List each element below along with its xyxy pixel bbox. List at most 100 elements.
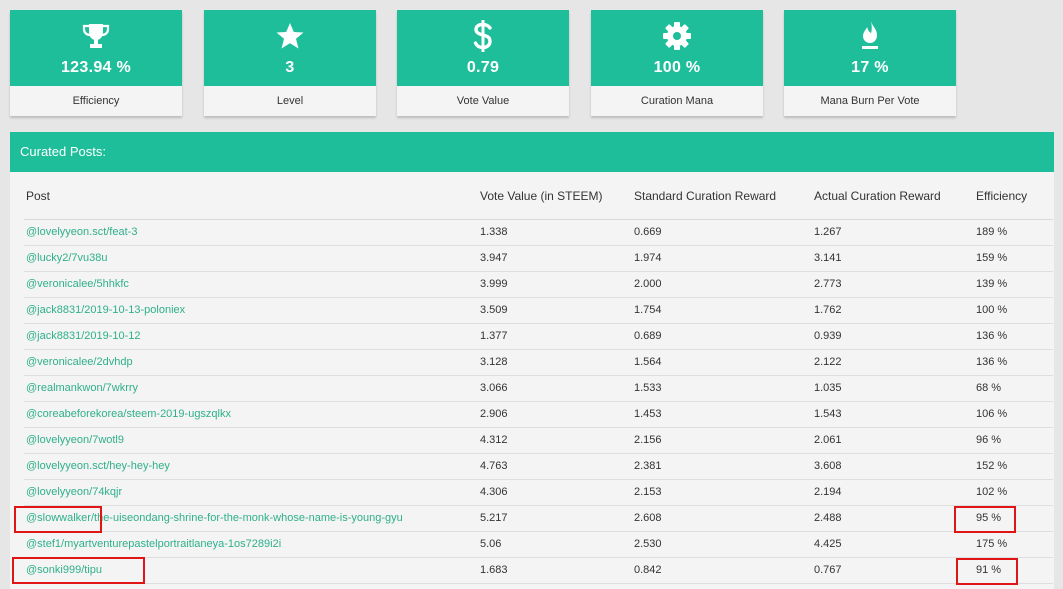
post-link[interactable]: @coreabeforekorea/steem-2019-ugszqlkx	[26, 408, 231, 420]
post-link[interactable]: @lucky2/7vu38u	[26, 252, 108, 264]
fire-icon	[784, 20, 956, 52]
stat-label: Vote Value	[456, 95, 510, 107]
post-link[interactable]: @jack8831/2019-10-12	[26, 330, 141, 342]
post-link[interactable]: @lovelyyeon/7wotl9	[26, 434, 124, 446]
stat-value: 3	[285, 59, 295, 76]
actual-reward-cell: 2.194	[812, 479, 974, 506]
table-row: @veronicalee/2dvhdp 3.128 1.564 2.122 136 %	[24, 349, 1053, 376]
standard-reward-cell: 0.689	[632, 323, 812, 350]
standard-reward-cell: 1.564	[632, 349, 812, 376]
vote-value-cell: 4.306	[478, 479, 632, 506]
stat-card-header: 123.94 %	[10, 10, 182, 86]
stat-value: 0.79	[466, 59, 500, 76]
efficiency-cell: 106 %	[974, 401, 1053, 428]
table-row: @jack8831/2019-10-13-poloniex 3.509 1.754 1…	[24, 297, 1053, 324]
post-cell: @lovelyyeon/7wotl9	[24, 427, 478, 454]
standard-reward-cell: 2.608	[632, 505, 812, 532]
standard-reward-cell: 2.000	[632, 271, 812, 298]
vote-value-cell: 3.947	[478, 245, 632, 272]
table-row: @realmankwon/7wkrry 3.066 1.533 1.035 68 %	[24, 375, 1053, 402]
vote-value-cell: 4.312	[478, 427, 632, 454]
post-link[interactable]: @lovelyyeon.sct/hey-hey-hey	[26, 460, 170, 472]
vote-value-cell: 3.066	[478, 375, 632, 402]
standard-reward-cell: 2.156	[632, 427, 812, 454]
vote-value-cell: 5.217	[478, 505, 632, 532]
stat-card-efficiency: 123.94 % Efficiency	[10, 10, 182, 116]
efficiency-cell: 136 %	[974, 349, 1053, 376]
standard-reward-cell: 1.453	[632, 401, 812, 428]
vote-value-cell: 3.509	[478, 297, 632, 324]
actual-reward-cell: 2.061	[812, 427, 974, 454]
actual-reward-cell: 0.939	[812, 323, 974, 350]
post-cell: @realmankwon/7wkrry	[24, 375, 478, 402]
curated-posts-table: Post Vote Value (in STEEM) Standard Cura…	[24, 186, 1053, 584]
stat-card-curation-mana: 100 % Curation Mana	[591, 10, 763, 116]
post-cell: @jack8831/2019-10-12	[24, 323, 478, 350]
post-link[interactable]: @veronicalee/2dvhdp	[26, 356, 133, 368]
efficiency-cell: 175 %	[974, 531, 1053, 558]
actual-reward-cell: 1.762	[812, 297, 974, 324]
post-cell: @lovelyyeon.sct/hey-hey-hey	[24, 453, 478, 480]
stat-value: 100 %	[653, 59, 701, 76]
table-header-row: Post Vote Value (in STEEM) Standard Cura…	[24, 186, 1053, 220]
post-link[interactable]: @slowwalker/the-uiseondang-shrine-for-th…	[26, 512, 403, 524]
post-cell: @sonki999/tipu	[24, 557, 478, 584]
efficiency-cell: 136 %	[974, 323, 1053, 350]
post-link[interactable]: @lovelyyeon/74kqjr	[26, 486, 122, 498]
post-link[interactable]: @lovelyyeon.sct/feat-3	[26, 226, 137, 238]
star-icon	[204, 20, 376, 52]
actual-reward-cell: 3.608	[812, 453, 974, 480]
table-row: @veronicalee/5hhkfc 3.999 2.000 2.773 139 %	[24, 271, 1053, 298]
stat-card-header: 100 %	[591, 10, 763, 86]
post-cell: @slowwalker/the-uiseondang-shrine-for-th…	[24, 505, 478, 532]
stat-card-header: 17 %	[784, 10, 956, 86]
stat-card-header: 0.79	[397, 10, 569, 86]
post-cell: @jack8831/2019-10-13-poloniex	[24, 297, 478, 324]
vote-value-cell: 3.128	[478, 349, 632, 376]
curated-posts-title: Curated Posts:	[10, 132, 1054, 172]
post-link[interactable]: @veronicalee/5hhkfc	[26, 278, 129, 290]
efficiency-cell: 96 %	[974, 427, 1053, 454]
post-link[interactable]: @jack8831/2019-10-13-poloniex	[26, 304, 185, 316]
vote-value-cell: 4.763	[478, 453, 632, 480]
stat-value: 123.94 %	[60, 59, 131, 76]
vote-value-cell: 2.906	[478, 401, 632, 428]
curated-posts-panel: Curated Posts: Post Vote Value (in STEEM…	[10, 132, 1054, 589]
table-row: @lovelyyeon/74kqjr 4.306 2.153 2.194 102 %	[24, 479, 1053, 506]
table-row: @lovelyyeon.sct/hey-hey-hey 4.763 2.381 3.6…	[24, 453, 1053, 480]
actual-reward-cell: 1.267	[812, 219, 974, 246]
actual-reward-cell: 0.767	[812, 557, 974, 584]
efficiency-cell: 159 %	[974, 245, 1053, 272]
stat-value: 17 %	[851, 59, 889, 76]
trophy-icon	[10, 20, 182, 52]
efficiency-cell: 91 %	[974, 557, 1053, 584]
standard-reward-cell: 0.842	[632, 557, 812, 584]
standard-reward-cell: 1.533	[632, 375, 812, 402]
post-cell: @stef1/myartventurepastelportraitlaneya-…	[24, 531, 478, 558]
vote-value-cell: 1.338	[478, 219, 632, 246]
actual-reward-cell: 2.773	[812, 271, 974, 298]
standard-reward-cell: 0.669	[632, 219, 812, 246]
post-cell: @lucky2/7vu38u	[24, 245, 478, 272]
post-cell: @coreabeforekorea/steem-2019-ugszqlkx	[24, 401, 478, 428]
column-header-post: Post	[24, 186, 478, 220]
stat-label: Curation Mana	[640, 95, 714, 107]
stat-card-level: 3 Level	[204, 10, 376, 116]
actual-reward-cell: 1.035	[812, 375, 974, 402]
efficiency-cell: 68 %	[974, 375, 1053, 402]
actual-reward-cell: 2.488	[812, 505, 974, 532]
post-link[interactable]: @sonki999/tipu	[26, 564, 102, 576]
efficiency-cell: 152 %	[974, 453, 1053, 480]
vote-value-cell: 5.06	[478, 531, 632, 558]
standard-reward-cell: 2.153	[632, 479, 812, 506]
table-row: @stef1/myartventurepastelportraitlaneya-…	[24, 531, 1053, 558]
table-row: @lovelyyeon/7wotl9 4.312 2.156 2.061 96 %	[24, 427, 1053, 454]
column-header-standard-reward: Standard Curation Reward	[632, 186, 812, 220]
post-link[interactable]: @stef1/myartventurepastelportraitlaneya-…	[26, 538, 281, 550]
standard-reward-cell: 1.974	[632, 245, 812, 272]
dollar-icon	[397, 20, 569, 52]
stat-label: Mana Burn Per Vote	[820, 95, 920, 107]
standard-reward-cell: 2.530	[632, 531, 812, 558]
efficiency-cell: 100 %	[974, 297, 1053, 324]
post-link[interactable]: @realmankwon/7wkrry	[26, 382, 138, 394]
